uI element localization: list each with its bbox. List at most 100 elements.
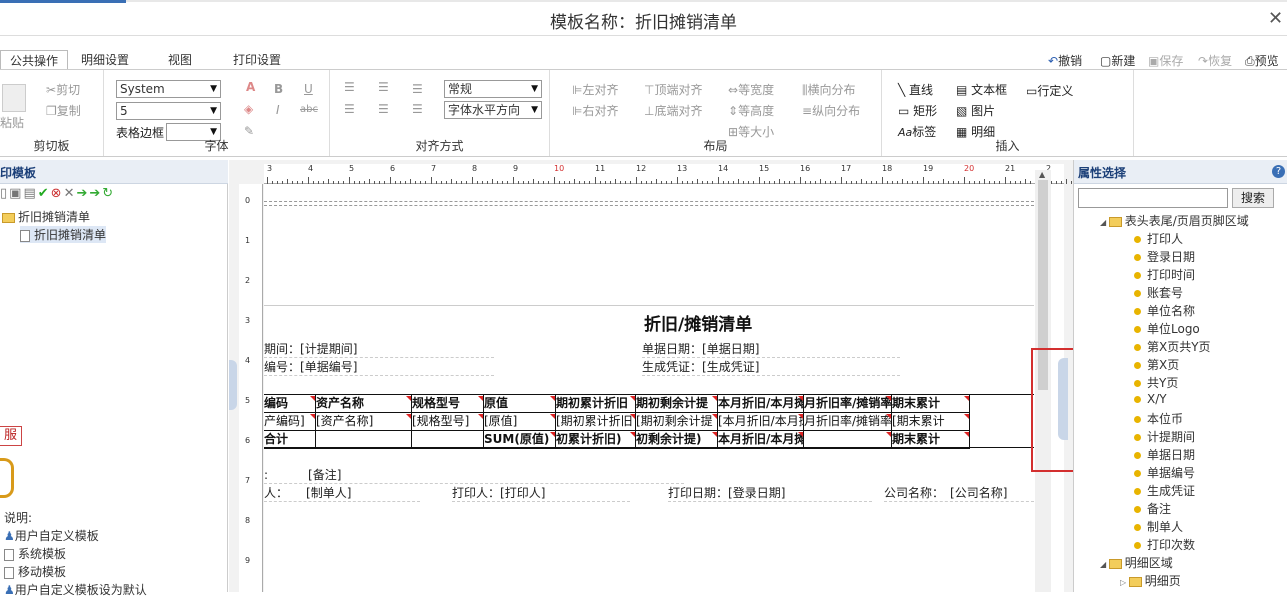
property-item[interactable]: 第X页共Y页	[1134, 338, 1211, 355]
text-direction-select[interactable]: 字体水平方向 ▼	[444, 101, 542, 119]
align-top-left-icon[interactable]: ☰	[344, 80, 355, 94]
column-header[interactable]: 期末累计	[892, 395, 970, 413]
check-icon[interactable]: ✔	[38, 186, 51, 201]
same-height-button[interactable]: ⇕等高度	[728, 102, 774, 119]
align-top-button[interactable]: ⊤顶端对齐	[644, 81, 702, 98]
insert-rect-button[interactable]: ▭ 矩形	[898, 102, 937, 119]
font-size-select[interactable]: 5 ▼	[116, 102, 221, 120]
preview-button[interactable]: ⎙预览	[1245, 52, 1279, 69]
fill-color-icon[interactable]: ◈	[244, 102, 253, 116]
insert-textbox-button[interactable]: ▤ 文本框	[956, 81, 1007, 98]
total-cell[interactable]: 期末累计	[892, 431, 970, 449]
bold-button[interactable]: B	[274, 82, 283, 96]
property-item[interactable]: 打印人	[1134, 230, 1183, 247]
copy-button[interactable]: ❐复制	[46, 102, 81, 119]
property-item[interactable]: 账套号	[1134, 284, 1183, 301]
property-item[interactable]: X/Y	[1134, 392, 1167, 406]
strike-button[interactable]: abc	[300, 104, 318, 115]
column-header[interactable]: 月折旧率/摊销率	[804, 395, 892, 413]
scroll-up-icon[interactable]: ▲	[1039, 170, 1045, 179]
property-search-input[interactable]	[1078, 188, 1228, 208]
tree-group-header[interactable]: ◢ 表头表尾/页眉页脚区域	[1100, 212, 1249, 229]
field-cell[interactable]: [资产名称]	[316, 413, 412, 431]
tree-item-template[interactable]: 折旧摊销清单	[20, 226, 107, 243]
total-cell[interactable]	[316, 431, 412, 449]
total-cell[interactable]	[412, 431, 484, 449]
bill-number-field[interactable]: 编号：[单据编号]	[264, 358, 494, 376]
align-top-center-icon[interactable]: ☰	[378, 80, 389, 94]
row-definition-button[interactable]: ▭行定义	[1026, 81, 1074, 101]
cut-button[interactable]: ✂剪切	[46, 81, 80, 98]
design-canvas[interactable]: 3 4 5 6 7 8 9 10 11 12 13 14 15 16 17 18 19 20 21 2 0123456…	[229, 160, 1082, 592]
copy-icon[interactable]: ➔	[76, 186, 89, 201]
column-header[interactable]: 规格型号	[412, 395, 484, 413]
total-cell[interactable]	[804, 431, 892, 449]
field-cell[interactable]: 月折旧率/摊销率]	[804, 413, 892, 431]
pencil-icon[interactable]: ✎	[244, 124, 254, 138]
tree-group-detail[interactable]: ◢ 明细区域	[1100, 554, 1173, 571]
field-cell[interactable]: [期末累计	[892, 413, 970, 431]
h-distribute-button[interactable]: ⫼横向分布	[802, 81, 856, 98]
period-field[interactable]: 期间：[计提期间]	[264, 340, 494, 358]
tab-detail-settings[interactable]: 明细设置	[72, 50, 138, 70]
total-cell[interactable]: SUM(原值)	[484, 431, 556, 449]
property-item[interactable]: 单据编号	[1134, 464, 1195, 481]
font-color-icon[interactable]: A	[246, 80, 255, 94]
move-icon[interactable]: ➔	[89, 186, 102, 201]
new-icon[interactable]: ▯	[0, 186, 9, 201]
property-item[interactable]: 第X页	[1134, 356, 1179, 373]
total-cell[interactable]: 初累计折旧)	[556, 431, 636, 449]
voucher-field[interactable]: 生成凭证：[生成凭证]	[642, 358, 900, 376]
column-header[interactable]: 本月折旧/本月摊销	[718, 395, 804, 413]
underline-button[interactable]: U	[304, 82, 313, 96]
total-cell[interactable]: 初剩余计提)	[636, 431, 718, 449]
property-item[interactable]: 计提期间	[1134, 428, 1195, 445]
property-item[interactable]: 登录日期	[1134, 248, 1195, 265]
left-collapse-handle[interactable]	[229, 360, 237, 410]
report-title[interactable]: 折旧/摊销清单	[644, 310, 752, 335]
property-item[interactable]: 单位名称	[1134, 302, 1195, 319]
tab-public-ops[interactable]: 公共操作	[0, 50, 68, 70]
close-icon[interactable]: ✕	[64, 186, 77, 201]
tree-root[interactable]: 折旧摊销清单	[2, 208, 90, 225]
save-button[interactable]: ▣保存	[1148, 52, 1183, 69]
align-right-button[interactable]: ⊫右对齐	[572, 102, 618, 119]
same-width-button[interactable]: ⇔等宽度	[728, 81, 774, 98]
search-button[interactable]: 搜索	[1232, 188, 1274, 208]
report-page[interactable]: 折旧/摊销清单 期间：[计提期间] 单据日期：[单据日期] 编号：[单据编号] …	[264, 184, 1064, 592]
property-item[interactable]: 备注	[1134, 500, 1171, 517]
property-item[interactable]: 共Y页	[1134, 374, 1178, 391]
note-field[interactable]: : [备注]	[264, 466, 684, 484]
field-cell[interactable]: [期初剩余计提	[636, 413, 718, 431]
field-cell[interactable]: [原值]	[484, 413, 556, 431]
text-style-select[interactable]: 常规 ▼	[444, 80, 542, 98]
save-icon[interactable]: ▣	[9, 186, 23, 201]
column-header[interactable]: 原值	[484, 395, 556, 413]
field-cell[interactable]: [规格型号]	[412, 413, 484, 431]
font-family-select[interactable]: System ▼	[116, 80, 221, 98]
align-right-icon[interactable]: ☰	[412, 102, 423, 116]
printer-field[interactable]: 打印人：[打印人]	[452, 484, 630, 502]
property-item[interactable]: 生成凭证	[1134, 482, 1195, 499]
tab-view[interactable]: 视图	[160, 50, 200, 70]
column-header[interactable]: 期初累计折旧	[556, 395, 636, 413]
column-header[interactable]: 编码	[264, 395, 316, 413]
delete-icon[interactable]: ⊗	[51, 186, 64, 201]
align-center-icon[interactable]: ☰	[378, 102, 389, 116]
maker-field[interactable]: 人： [制单人]	[264, 484, 420, 502]
align-left-button[interactable]: ⊫左对齐	[572, 81, 618, 98]
property-item[interactable]: 本位币	[1134, 410, 1183, 427]
undo-button[interactable]: ↶撤销	[1048, 52, 1082, 69]
field-cell[interactable]: [本月折旧/本月摊销]	[718, 413, 804, 431]
property-item[interactable]: 单据日期	[1134, 446, 1195, 463]
column-header[interactable]: 资产名称	[316, 395, 412, 413]
property-item[interactable]: 单位Logo	[1134, 320, 1200, 337]
insert-line-button[interactable]: ╲ 直线	[898, 81, 933, 98]
company-field[interactable]: 公司名称： [公司名称]	[884, 484, 1034, 502]
align-left-icon[interactable]: ☰	[344, 102, 355, 116]
italic-button[interactable]: I	[276, 103, 280, 117]
insert-image-button[interactable]: ▧ 图片	[956, 102, 995, 119]
bill-date-field[interactable]: 单据日期：[单据日期]	[642, 340, 900, 358]
align-bottom-button[interactable]: ⊥底端对齐	[644, 102, 702, 119]
refresh-icon[interactable]: ↻	[102, 186, 115, 201]
